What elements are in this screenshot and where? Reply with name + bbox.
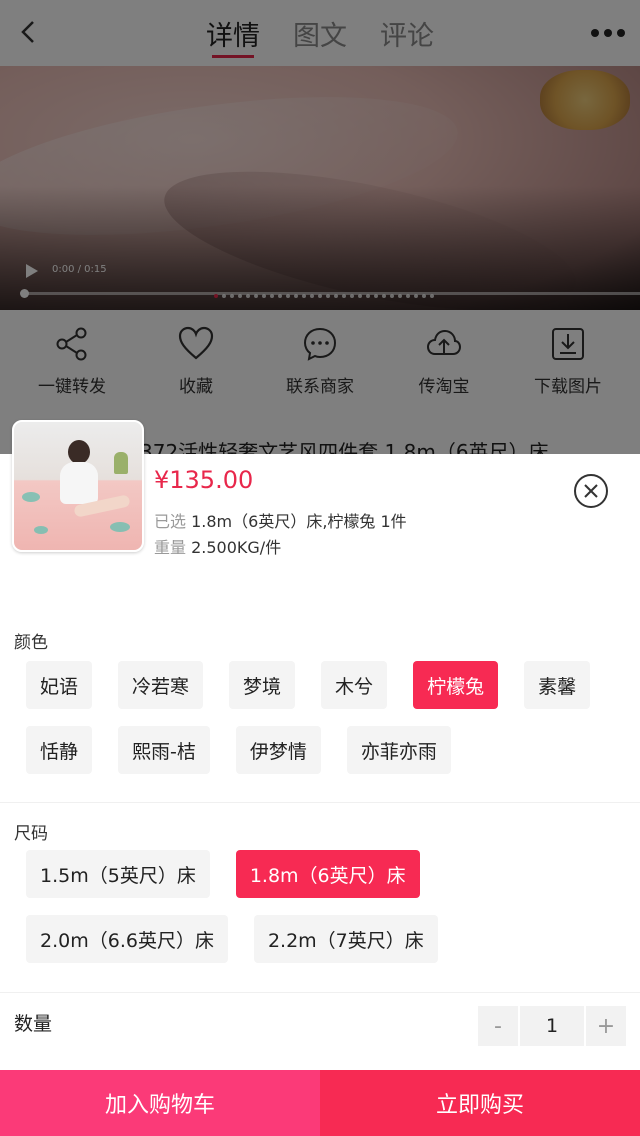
selected-value: 1.8m（6英尺）床,柠檬兔 1件 (191, 512, 407, 531)
decrement-button[interactable]: - (478, 1006, 518, 1046)
color-option[interactable]: 熙雨-桔 (118, 726, 210, 774)
close-icon (584, 484, 598, 498)
bottom-bar: 加入购物车 立即购买 (0, 1070, 640, 1136)
size-options: 1.5m（5英尺）床 1.8m（6英尺）床 2.0m（6.6英尺）床 2.2m（7英尺… (26, 850, 626, 963)
weight-value: 2.500KG/件 (191, 538, 282, 557)
close-button[interactable] (574, 474, 608, 508)
add-to-cart-button[interactable]: 加入购物车 (0, 1070, 320, 1136)
color-option[interactable]: 妃语 (26, 661, 93, 709)
buy-now-button[interactable]: 立即购买 (320, 1070, 640, 1136)
weight-info: 重量 2.500KG/件 (154, 534, 281, 558)
divider (0, 802, 640, 803)
selected-info: 已选 1.8m（6英尺）床,柠檬兔 1件 (154, 508, 407, 532)
color-option[interactable]: 素馨 (524, 661, 591, 709)
quantity-stepper: - 1 + (478, 1006, 626, 1046)
size-option[interactable]: 1.5m（5英尺）床 (26, 850, 210, 898)
modal-backdrop[interactable] (0, 0, 640, 454)
quantity-label: 数量 (14, 1013, 53, 1035)
color-option[interactable]: 伊梦情 (235, 726, 321, 774)
weight-label: 重量 (154, 538, 187, 557)
increment-button[interactable]: + (586, 1006, 626, 1046)
color-option[interactable]: 亦菲亦雨 (346, 726, 451, 774)
product-thumbnail (12, 420, 144, 552)
size-option[interactable]: 2.0m（6.6英尺）床 (26, 915, 228, 963)
color-options: 妃语 冷若寒 梦境 木兮 柠檬兔 素馨恬静 熙雨-桔 伊梦情 亦菲亦雨 (26, 661, 626, 774)
color-option[interactable]: 恬静 (26, 726, 93, 774)
quantity-value[interactable]: 1 (520, 1006, 584, 1046)
color-option[interactable]: 梦境 (229, 661, 296, 709)
size-option[interactable]: 1.8m（6英尺）床 (235, 850, 420, 898)
selected-label: 已选 (154, 512, 187, 531)
color-section-title: 颜色 (14, 633, 48, 653)
size-section-title: 尺码 (14, 824, 48, 844)
product-price: ¥135.00 (154, 466, 254, 494)
size-option[interactable]: 2.2m（7英尺）床 (253, 915, 438, 963)
color-option[interactable]: 柠檬兔 (413, 661, 499, 709)
color-option[interactable]: 木兮 (321, 661, 388, 709)
divider (0, 992, 640, 993)
color-option[interactable]: 冷若寒 (118, 661, 204, 709)
